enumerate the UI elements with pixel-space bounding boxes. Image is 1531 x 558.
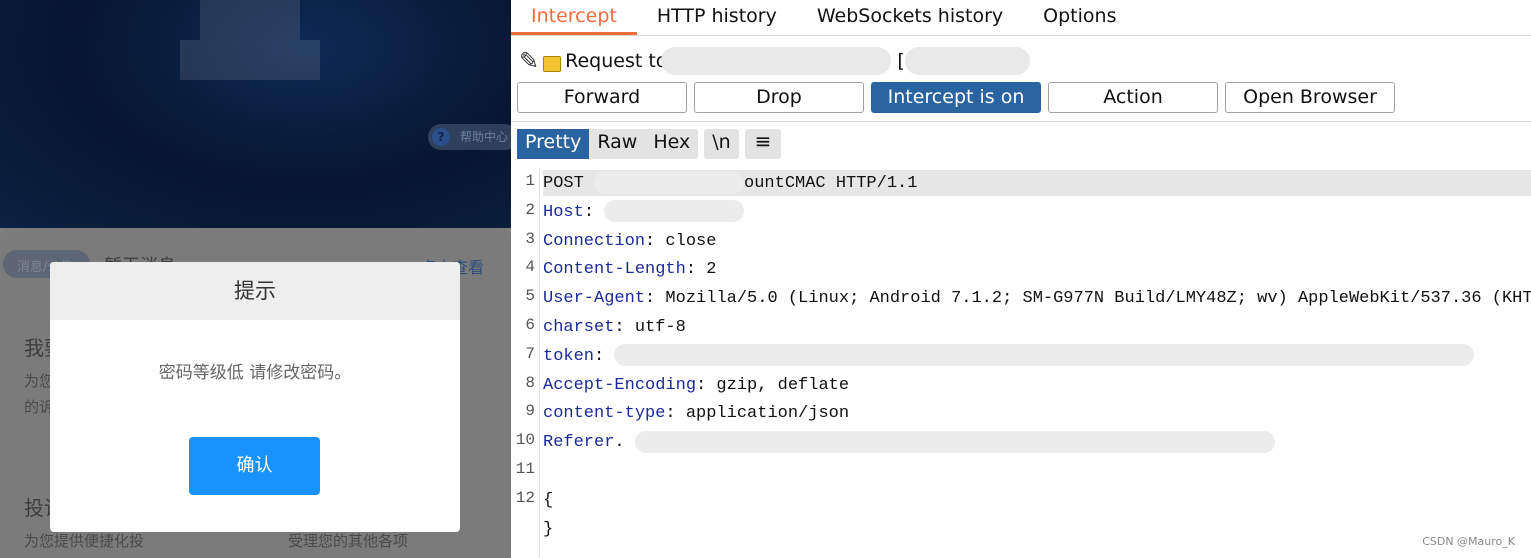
header-name: Referer xyxy=(543,433,615,453)
raw-button[interactable]: Raw xyxy=(589,129,645,159)
line-number: 8 xyxy=(525,373,535,392)
code-text: : application/json xyxy=(665,404,850,424)
code-text: : close xyxy=(645,231,717,251)
redacted-value xyxy=(614,344,1475,367)
request-editor[interactable]: 1 2 3 4 5 6 7 8 9 10 11 12 POST ountCMAC HTTP/1.1 Ho… xyxy=(511,168,1531,558)
pretty-button[interactable]: Pretty xyxy=(517,129,590,159)
code-text: } xyxy=(543,519,554,539)
tab-websockets-history[interactable]: WebSockets history xyxy=(797,0,1023,35)
line-number: 4 xyxy=(525,258,535,277)
code-line: content-type: application/json xyxy=(543,400,1531,426)
mobile-app-screen: ?帮助中心 消息/公告 暂无消息 点击查看 我要 为您 的诉 投诉 为您提供便捷… xyxy=(0,0,511,558)
code-line: Connection: close xyxy=(543,228,1531,254)
header-name: token xyxy=(543,346,595,366)
code-text: . xyxy=(614,433,635,453)
line-number: 11 xyxy=(515,460,535,478)
header-name: Accept-Encoding xyxy=(543,375,697,395)
alert-dialog: 提示 密码等级低 请修改密码。 确认 xyxy=(50,262,460,532)
code-line: POST ountCMAC HTTP/1.1 xyxy=(543,170,1531,196)
dialog-message: 密码等级低 请修改密码。 xyxy=(158,363,352,383)
dialog-title: 提示 xyxy=(50,262,460,320)
line-number: 7 xyxy=(525,344,535,363)
action-button[interactable]: Action xyxy=(1048,82,1218,113)
header-name: content-type xyxy=(543,404,666,424)
header-name: charset xyxy=(543,318,615,337)
line-number: 12 xyxy=(515,488,535,507)
open-browser-button[interactable]: Open Browser xyxy=(1225,82,1395,113)
line-number: 9 xyxy=(525,402,535,421)
code-text: : xyxy=(583,202,605,222)
confirm-button[interactable]: 确认 xyxy=(189,437,320,495)
code-text: : Mozilla/5.0 (Linux; Android 7.1.2; SM-… xyxy=(645,289,1531,309)
hero-banner: ? 帮助中心 xyxy=(0,0,511,228)
redacted-ip xyxy=(904,47,1030,75)
code-text: { xyxy=(543,490,554,510)
bracket: [ xyxy=(897,50,905,72)
line-number: 2 xyxy=(525,200,535,219)
lock-icon xyxy=(543,56,562,72)
code-line: { xyxy=(543,487,1531,513)
redacted-value xyxy=(594,171,745,194)
request-info: ✎ Request to [ xyxy=(519,46,1030,76)
divider xyxy=(511,121,1531,122)
burp-proxy-panel: Intercept HTTP history WebSockets histor… xyxy=(511,0,1531,558)
code-text: : utf-8 xyxy=(614,318,686,337)
redacted-host xyxy=(661,47,892,75)
tab-options[interactable]: Options xyxy=(1023,0,1136,35)
code-text: ountCMAC HTTP/1.1 xyxy=(744,174,918,193)
line-number: 3 xyxy=(525,229,535,248)
header-name: Content-Length xyxy=(543,260,686,280)
header-name: Connection xyxy=(543,231,646,251)
line-number: 5 xyxy=(525,287,535,306)
proxy-tabs: Intercept HTTP history WebSockets histor… xyxy=(511,0,1531,36)
request-label: Request to xyxy=(565,50,668,72)
help-center-button[interactable]: ? 帮助中心 xyxy=(428,124,511,150)
forward-button[interactable]: Forward xyxy=(517,82,687,113)
help-label: 帮助中心 xyxy=(460,130,509,144)
code-line: token: xyxy=(543,343,1531,369)
code-text: : 2 xyxy=(685,260,717,280)
redacted-value xyxy=(634,430,1275,453)
watermark: CSDN @Mauro_K xyxy=(1422,535,1515,548)
line-gutter: 1 2 3 4 5 6 7 8 9 10 11 12 xyxy=(511,168,540,558)
code-text: : gzip, deflate xyxy=(696,375,850,395)
intercept-toggle-button[interactable]: Intercept is on xyxy=(871,82,1041,113)
drop-button[interactable]: Drop xyxy=(694,82,864,113)
code-line: Content-Length: 2 xyxy=(543,256,1531,282)
card-desc: 为您提供便捷化投 xyxy=(24,532,145,550)
code-line: Host: xyxy=(543,199,1531,225)
line-number: 10 xyxy=(515,431,535,450)
line-number: 1 xyxy=(525,172,535,190)
hex-button[interactable]: Hex xyxy=(645,129,698,159)
pencil-icon[interactable]: ✎ xyxy=(519,47,539,75)
newline-toggle[interactable]: \n xyxy=(704,129,738,159)
redacted-value xyxy=(604,200,745,223)
menu-icon[interactable]: ≡ xyxy=(745,129,782,159)
question-icon: ? xyxy=(432,128,450,146)
tab-http-history[interactable]: HTTP history xyxy=(637,0,797,35)
code-line: Accept-Encoding: gzip, deflate xyxy=(543,372,1531,398)
code-line: } xyxy=(543,516,1531,542)
code-text: POST xyxy=(543,174,595,193)
tab-intercept[interactable]: Intercept xyxy=(511,0,637,35)
code-line: charset: utf-8 xyxy=(543,314,1531,340)
code-line: User-Agent: Mozilla/5.0 (Linux; Android … xyxy=(543,285,1531,311)
code-line: Referer. xyxy=(543,429,1531,455)
card-desc: 受理您的其他各项 xyxy=(288,532,409,550)
header-name: Host xyxy=(543,202,584,222)
line-number: 6 xyxy=(525,316,535,334)
code-text: : xyxy=(594,346,615,366)
header-name: User-Agent xyxy=(543,289,646,309)
